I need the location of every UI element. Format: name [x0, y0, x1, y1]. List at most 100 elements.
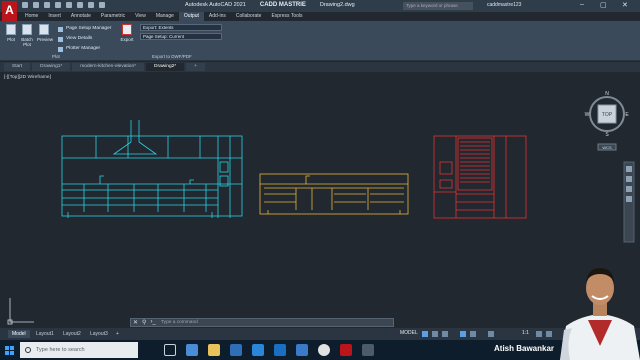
annotation-scale[interactable]: 1:1 — [522, 330, 529, 336]
customize-command-icon[interactable]: ⚲ — [142, 319, 146, 326]
redo-icon[interactable] — [88, 2, 94, 8]
document-tab[interactable]: modern-kitchen-elevation* — [72, 63, 145, 71]
maximize-icon[interactable]: ▢ — [600, 1, 607, 9]
plotter-manager-button[interactable]: Plotter Manager — [58, 44, 111, 54]
plot-icon[interactable] — [66, 2, 72, 8]
document-tab[interactable]: Start — [4, 63, 31, 71]
page-setup-dropdown[interactable]: Page Setup: Current — [140, 33, 222, 40]
navigation-bar — [623, 161, 635, 243]
ribbon-tab-express-tools[interactable]: Express Tools — [266, 12, 307, 21]
export-panel-label: Export to DWF/PDF — [152, 54, 192, 59]
skype-icon[interactable] — [274, 344, 286, 356]
viewcube-west[interactable]: W — [585, 112, 590, 118]
command-line-input[interactable]: Type a command — [130, 318, 394, 327]
viewcube-east[interactable]: E — [625, 112, 629, 118]
viewcube-face[interactable]: TOP — [602, 112, 613, 118]
viewcube-north[interactable]: N — [605, 91, 609, 97]
ribbon-tab-parametric[interactable]: Parametric — [96, 12, 130, 21]
minimize-icon[interactable]: – — [580, 1, 584, 8]
view-details-button[interactable]: View Details — [58, 34, 111, 44]
user-account[interactable]: caddmastre123 — [487, 2, 521, 8]
model-space-button[interactable]: MODEL — [400, 330, 418, 336]
viewcube[interactable]: TOP N S E W WCS — [585, 91, 630, 151]
keyword-search-input[interactable]: Type a keyword or phrase — [403, 2, 473, 10]
export-label: Export — [120, 37, 134, 42]
close-icon[interactable]: ✕ — [622, 1, 628, 9]
close-command-icon[interactable]: ✕ — [133, 319, 138, 326]
batch-plot-button[interactable]: Batch Plot — [20, 24, 34, 47]
plot-button[interactable]: Plot — [4, 24, 18, 42]
company-name: CADD MASTRIE — [259, 2, 306, 8]
ribbon-tab-add-ins[interactable]: Add-ins — [204, 12, 231, 21]
customize-status-icon[interactable] — [546, 331, 552, 337]
grid-icon[interactable] — [422, 331, 428, 337]
viewcube-south[interactable]: S — [605, 132, 609, 138]
tab-model[interactable]: Model — [8, 330, 30, 338]
file-name: Drawing2.dwg — [319, 2, 355, 8]
document-tab[interactable]: Drawing2* — [146, 63, 185, 71]
batch-plot-label: Batch Plot — [21, 37, 33, 47]
preview-icon — [39, 24, 49, 35]
mail-icon[interactable] — [252, 344, 264, 356]
plotter-icon — [58, 46, 63, 52]
wcs-menu[interactable]: WCS — [602, 145, 612, 150]
autocad-window: A Autodesk AutoCAD 2021 CADD MASTRIE Dra… — [0, 0, 640, 360]
preview-button[interactable]: Preview — [37, 24, 53, 42]
zoom-icon[interactable] — [626, 176, 632, 182]
annotation-icon[interactable] — [488, 331, 494, 337]
page-setup-manager-button[interactable]: Page Setup Manager — [58, 24, 111, 34]
red-pantry-elevation — [433, 135, 527, 219]
plot-list: Page Setup Manager View Details Plotter … — [58, 24, 111, 54]
export-button[interactable]: Export — [118, 24, 136, 42]
quick-access-toolbar — [22, 2, 105, 8]
share-icon[interactable] — [99, 2, 105, 8]
osnap-icon[interactable] — [470, 331, 476, 337]
ribbon-tabs: Home Insert Annotate Parametric View Manage Ou… — [20, 12, 308, 21]
command-line-buttons: ✕ ⚲ ›_ — [133, 319, 156, 326]
ribbon-tab-insert[interactable]: Insert — [43, 12, 66, 21]
tab-layout2[interactable]: Layout2 — [59, 330, 85, 338]
drawing-canvas[interactable]: [-][Top][2D Wireframe] TOP N S E W WCS — [0, 72, 640, 328]
open-icon[interactable] — [33, 2, 39, 8]
edge-icon[interactable] — [186, 344, 198, 356]
orbit-icon[interactable] — [626, 186, 632, 192]
pan-icon[interactable] — [626, 166, 632, 172]
photos-icon[interactable] — [296, 344, 308, 356]
tab-layout1[interactable]: Layout1 — [32, 330, 58, 338]
new-icon[interactable] — [22, 2, 28, 8]
ribbon-tab-manage[interactable]: Manage — [151, 12, 179, 21]
store-icon[interactable] — [230, 344, 242, 356]
ucs-icon — [7, 298, 34, 325]
ribbon-tab-annotate[interactable]: Annotate — [66, 12, 96, 21]
task-view-icon[interactable] — [164, 344, 176, 356]
product-name: Autodesk AutoCAD 2021 — [185, 2, 246, 8]
add-layout-button[interactable]: + — [112, 330, 123, 338]
document-tab[interactable]: Drawing1* — [32, 63, 71, 71]
tab-layout3[interactable]: Layout3 — [86, 330, 112, 338]
chrome-icon[interactable] — [318, 344, 330, 356]
undo-icon[interactable] — [77, 2, 83, 8]
workspace-icon[interactable] — [536, 331, 542, 337]
new-document-tab-button[interactable]: + — [186, 63, 205, 71]
windows-start-icon[interactable] — [5, 346, 14, 355]
app-icon[interactable] — [362, 344, 374, 356]
command-prompt-icon[interactable]: ›_ — [150, 319, 155, 326]
showmotion-icon[interactable] — [626, 196, 632, 202]
save-as-icon[interactable] — [55, 2, 61, 8]
export-extents-dropdown[interactable]: Export: Extents — [140, 24, 222, 31]
ribbon-tab-output[interactable]: Output — [178, 12, 204, 21]
yellow-island-elevation — [259, 173, 409, 215]
ribbon-tab-home[interactable]: Home — [20, 12, 43, 21]
snap-icon[interactable] — [432, 331, 438, 337]
ortho-icon[interactable] — [442, 331, 448, 337]
view-details-label: View Details — [66, 36, 93, 41]
ribbon-tab-collaborate[interactable]: Collaborate — [231, 12, 267, 21]
file-explorer-icon[interactable] — [208, 344, 220, 356]
batch-plot-icon — [22, 24, 32, 35]
save-icon[interactable] — [44, 2, 50, 8]
autocad-taskbar-icon[interactable] — [340, 344, 352, 356]
taskbar-search-input[interactable]: Type here to search — [20, 342, 138, 358]
ribbon-tab-view[interactable]: View — [130, 12, 151, 21]
autocad-logo-icon[interactable]: A — [2, 1, 17, 21]
polar-icon[interactable] — [460, 331, 466, 337]
